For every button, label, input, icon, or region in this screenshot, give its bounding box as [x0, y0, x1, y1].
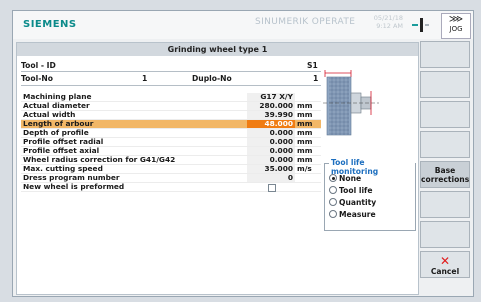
- param-label: Actual diameter: [23, 101, 90, 110]
- softkey-2[interactable]: [420, 71, 470, 98]
- softkey-7[interactable]: [420, 221, 470, 248]
- divider: [21, 71, 321, 72]
- base-corrections-label: Base corrections: [421, 166, 470, 184]
- divider: [21, 85, 321, 86]
- max-cutting-speed-input[interactable]: 35.000: [247, 165, 295, 173]
- param-label: Max. cutting speed: [23, 164, 103, 173]
- actual-diameter-input[interactable]: 280.000: [247, 102, 295, 110]
- unit-label: mm: [297, 119, 313, 128]
- length-of-arbour-input[interactable]: 48.000: [247, 120, 295, 128]
- base-corrections-button[interactable]: Base corrections: [420, 161, 470, 188]
- cancel-button[interactable]: ✕ Cancel: [420, 251, 470, 278]
- param-label: Wheel radius correction for G41/G42: [23, 155, 176, 164]
- date-text: 05/21/18: [373, 14, 403, 22]
- radio-measure[interactable]: Measure: [329, 210, 376, 219]
- softkey-3[interactable]: [420, 101, 470, 128]
- parameter-table: Machining plane G17 X/Y Actual diameter …: [21, 93, 321, 192]
- jog-mode-button[interactable]: ⋙ JOG: [441, 13, 471, 39]
- radio-tool-life[interactable]: Tool life: [329, 186, 373, 195]
- unit-label: mm: [297, 137, 313, 146]
- wheel-radius-correction-input[interactable]: 0.000: [247, 156, 295, 164]
- duplo-label: Duplo-No: [192, 74, 232, 83]
- unit-label: mm: [297, 155, 313, 164]
- param-label: Actual width: [23, 110, 76, 119]
- param-label: Profile offset radial: [23, 137, 104, 146]
- param-row-new-wheel-preformed[interactable]: New wheel is preformed: [21, 183, 321, 192]
- tool-no-value: 1: [142, 74, 148, 83]
- radio-label: Tool life: [339, 186, 373, 195]
- machining-plane-select[interactable]: G17 X/Y: [247, 93, 295, 101]
- tool-id-value: S1: [307, 61, 318, 70]
- param-label: Dress program number: [23, 173, 120, 182]
- dress-program-number-input[interactable]: 0: [247, 174, 295, 182]
- radio-empty-icon: [329, 210, 337, 218]
- hmi-window: SIEMENS SINUMERIK OPERATE 05/21/18 9:12 …: [12, 10, 474, 297]
- actual-width-input[interactable]: 39.990: [247, 111, 295, 119]
- duplo-value: 1: [313, 74, 319, 83]
- header-bar: SIEMENS SINUMERIK OPERATE 05/21/18 9:12 …: [13, 11, 473, 39]
- vertical-softkey-bar: Base corrections ✕ Cancel: [420, 41, 470, 293]
- tool-data-panel: Grinding wheel type 1 Tool - ID S1 Tool-…: [16, 42, 419, 295]
- depth-of-profile-input[interactable]: 0.000: [247, 129, 295, 137]
- radio-selected-icon: [329, 174, 337, 182]
- radio-quantity[interactable]: Quantity: [329, 198, 376, 207]
- unit-label: mm: [297, 101, 313, 110]
- profile-offset-axial-input[interactable]: 0.000: [247, 147, 295, 155]
- softkey-4[interactable]: [420, 131, 470, 158]
- close-icon: ✕: [439, 254, 451, 268]
- softkey-1[interactable]: [420, 41, 470, 68]
- channel-status-icon: [412, 18, 429, 32]
- radio-empty-icon: [329, 198, 337, 206]
- jog-label: JOG: [449, 25, 463, 33]
- unit-label: mm: [297, 110, 313, 119]
- radio-label: Quantity: [339, 198, 377, 207]
- param-label: Depth of profile: [23, 128, 89, 137]
- new-wheel-preformed-checkbox[interactable]: [268, 184, 276, 192]
- param-label: Profile offset axial: [23, 146, 100, 155]
- param-label: New wheel is preformed: [23, 182, 125, 191]
- profile-offset-radial-input[interactable]: 0.000: [247, 138, 295, 146]
- datetime: 05/21/18 9:12 AM: [363, 14, 403, 30]
- brand-logo: SIEMENS: [23, 19, 77, 30]
- radio-label: None: [339, 174, 362, 183]
- unit-label: mm: [297, 146, 313, 155]
- softkey-6[interactable]: [420, 191, 470, 218]
- jog-icon: ⋙: [448, 14, 464, 25]
- tool-id-label: Tool - ID: [21, 61, 56, 70]
- time-text: 9:12 AM: [376, 22, 403, 30]
- product-name: SINUMERIK OPERATE: [255, 17, 356, 27]
- tool-no-label: Tool-No: [21, 74, 53, 83]
- tool-life-monitoring-group: Tool life monitoring None Tool life Quan…: [324, 158, 416, 231]
- grinding-wheel-illustration: [323, 70, 379, 136]
- unit-label: mm: [297, 128, 313, 137]
- radio-empty-icon: [329, 186, 337, 194]
- dialog-title: Grinding wheel type 1: [17, 43, 418, 56]
- cancel-label: Cancel: [430, 267, 460, 276]
- param-label: Length of arbour: [23, 119, 94, 128]
- radio-none[interactable]: None: [329, 174, 361, 183]
- param-label: Machining plane: [23, 92, 92, 101]
- radio-label: Measure: [339, 210, 376, 219]
- unit-label: m/s: [297, 164, 312, 173]
